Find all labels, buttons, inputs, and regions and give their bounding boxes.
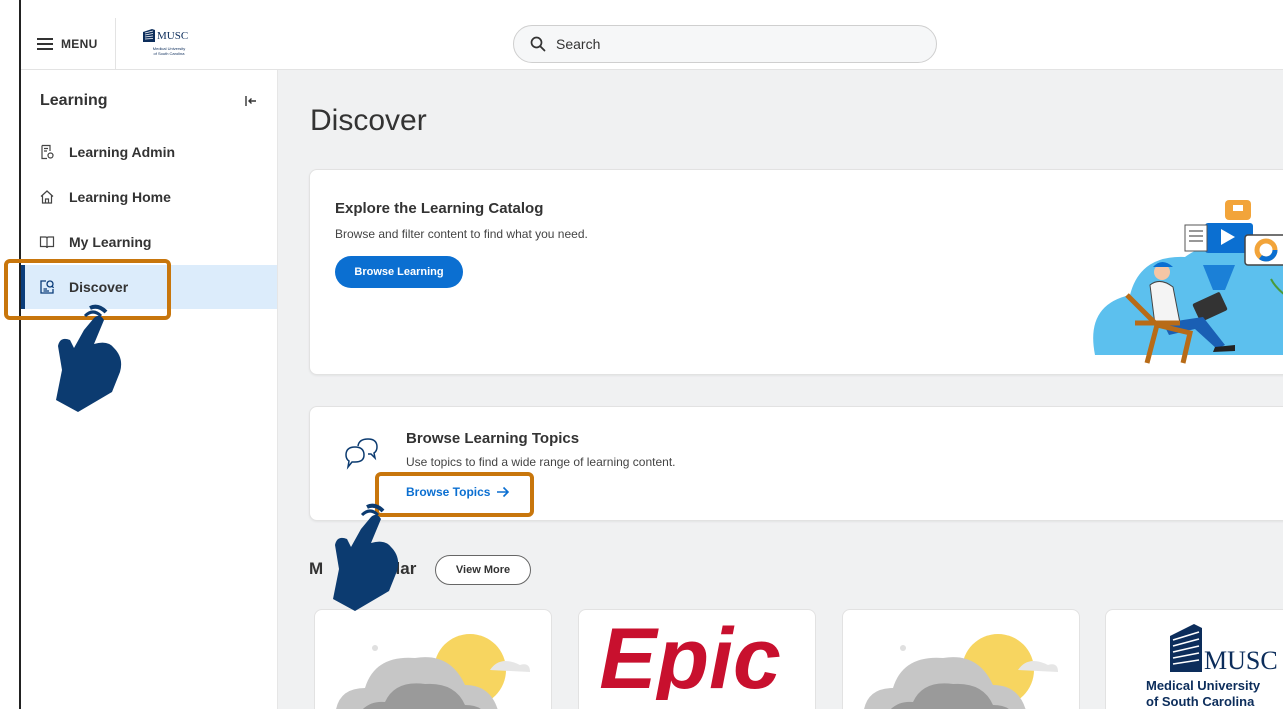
chat-bubbles-icon xyxy=(345,438,378,470)
header-divider xyxy=(115,18,116,70)
logo-subtitle-2: of South Carolina xyxy=(153,51,185,56)
search-box[interactable] xyxy=(513,25,937,63)
catalog-card: Explore the Learning Catalog Browse and … xyxy=(309,169,1283,375)
musc-logo[interactable]: MUSC Medical University of South Carolin… xyxy=(139,26,199,62)
sidebar-item-label: Discover xyxy=(69,279,129,295)
menu-label: MENU xyxy=(61,37,98,51)
popular-tile-2[interactable]: Epic xyxy=(578,609,816,709)
catalog-description: Browse and filter content to find what y… xyxy=(335,227,588,241)
sidebar-item-label: My Learning xyxy=(69,234,152,250)
sidebar-item-learning-admin[interactable]: Learning Admin xyxy=(21,130,277,174)
logo-wordmark: MUSC xyxy=(157,30,189,42)
sidebar-item-label: Learning Home xyxy=(69,189,171,205)
screen: MENU MUSC Medical University of South Ca… xyxy=(0,0,1283,709)
musc-line-1: Medical University xyxy=(1146,678,1261,693)
sidebar-item-discover[interactable]: Discover xyxy=(21,265,277,309)
admin-report-icon xyxy=(41,144,54,160)
main-content: Discover Explore the Learning Catalog Br… xyxy=(278,70,1283,709)
topics-heading: Browse Learning Topics xyxy=(406,430,580,447)
browse-topics-label: Browse Topics xyxy=(406,485,491,499)
view-more-button[interactable]: View More xyxy=(435,555,531,585)
browse-learning-button[interactable]: Browse Learning xyxy=(335,256,463,288)
hamburger-icon xyxy=(37,38,53,50)
musc-large-logo: MUSC Medical University of South Carolin… xyxy=(1146,618,1283,709)
cloud-sun-illustration xyxy=(336,634,530,709)
musc-line-2: of South Carolina xyxy=(1146,694,1255,709)
top-bar: MENU MUSC Medical University of South Ca… xyxy=(21,18,1283,70)
musc-wordmark: MUSC xyxy=(1204,646,1278,675)
search-input[interactable] xyxy=(556,36,896,52)
sidebar-item-label: Learning Admin xyxy=(69,144,176,160)
menu-button[interactable]: MENU xyxy=(37,34,98,54)
discover-icon xyxy=(40,280,55,294)
topics-card: Browse Learning Topics Use topics to fin… xyxy=(309,406,1283,521)
sidebar-title: Learning xyxy=(40,92,108,109)
sidebar-item-learning-home[interactable]: Learning Home xyxy=(21,175,277,219)
sidebar-item-my-learning[interactable]: My Learning xyxy=(21,220,277,264)
popular-tile-1[interactable] xyxy=(314,609,552,709)
book-icon xyxy=(39,236,55,249)
cloud-sun-illustration xyxy=(864,634,1058,709)
catalog-heading: Explore the Learning Catalog xyxy=(335,200,544,217)
arrow-right-icon xyxy=(497,486,510,498)
building-icon xyxy=(143,29,155,42)
home-icon xyxy=(40,190,54,204)
search-icon xyxy=(530,36,546,52)
popular-tile-3[interactable] xyxy=(842,609,1080,709)
learning-illustration xyxy=(1093,200,1283,364)
most-popular-title-start: M xyxy=(309,559,324,578)
epic-logo-text: Epic xyxy=(599,611,781,700)
most-popular-title-end: ular xyxy=(385,559,417,578)
collapse-sidebar-icon[interactable] xyxy=(243,93,259,109)
epic-logo: Epic xyxy=(599,611,781,700)
sidebar: Learning Learning Admin Learning Home My… xyxy=(21,70,278,709)
page-title: Discover xyxy=(310,104,427,137)
most-popular-title: Mular xyxy=(309,559,416,579)
browse-topics-link[interactable]: Browse Topics xyxy=(406,485,510,499)
topics-description: Use topics to find a wide range of learn… xyxy=(406,455,676,469)
popular-tile-4[interactable]: MUSC Medical University of South Carolin… xyxy=(1105,609,1283,709)
building-icon xyxy=(1170,624,1202,672)
